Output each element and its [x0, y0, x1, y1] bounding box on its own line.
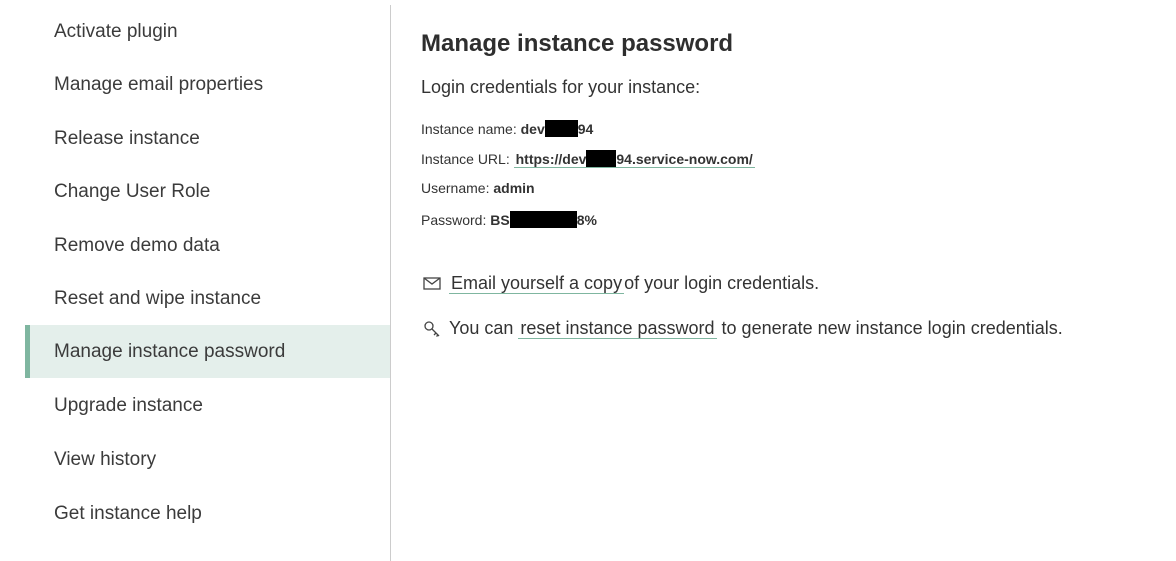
sidebar-item-reset-and-wipe[interactable]: Reset and wipe instance: [25, 272, 390, 325]
username-label: Username:: [421, 180, 490, 196]
redaction-box: [509, 211, 577, 228]
instance-name-row: Instance name: dev 94: [421, 120, 593, 137]
url-suffix: 94.service-now.com/: [616, 151, 753, 167]
key-icon: [421, 320, 443, 338]
sidebar-item-manage-email-properties[interactable]: Manage email properties: [25, 58, 390, 111]
password-prefix: BS: [490, 212, 510, 228]
username-value: admin: [493, 180, 535, 196]
sidebar-item-activate-plugin[interactable]: Activate plugin: [25, 5, 390, 58]
instance-name-prefix: dev: [520, 121, 545, 137]
sidebar-item-upgrade-instance[interactable]: Upgrade instance: [25, 379, 390, 432]
reset-password-link[interactable]: reset instance password: [518, 318, 717, 339]
password-label: Password:: [421, 212, 487, 228]
page-title: Manage instance password: [421, 30, 734, 57]
instance-name-label: Instance name:: [421, 121, 517, 137]
redaction-box: [544, 120, 578, 137]
sidebar-item-remove-demo-data[interactable]: Remove demo data: [25, 219, 390, 272]
sidebar-item-get-instance-help[interactable]: Get instance help: [25, 487, 390, 540]
sidebar-item-manage-instance-password[interactable]: Manage instance password: [25, 325, 390, 378]
email-copy-text: of your login credentials.: [624, 273, 820, 293]
sidebar-item-change-user-role[interactable]: Change User Role: [25, 165, 390, 218]
reset-after-text: to generate new instance login credentia…: [721, 318, 1063, 338]
email-copy-link[interactable]: Email yourself a copy: [449, 273, 625, 294]
sidebar-nav: Activate plugin Manage email properties …: [25, 5, 391, 561]
email-copy-row: Email yourself a copy of your login crede…: [421, 273, 819, 294]
username-row: Username: admin: [421, 180, 535, 196]
instance-url-link[interactable]: https://dev 94.service-now.com/: [513, 150, 755, 168]
reset-before-text: You can: [449, 318, 514, 338]
reset-password-row: You can reset instance password to gener…: [421, 318, 1063, 339]
sidebar-item-release-instance[interactable]: Release instance: [25, 112, 390, 165]
sidebar-item-view-history[interactable]: View history: [25, 433, 390, 486]
instance-name-suffix: 94: [577, 121, 594, 137]
instance-url-row: Instance URL: https://dev 94.service-now.…: [421, 150, 755, 168]
instance-url-label: Instance URL:: [421, 151, 510, 167]
redaction-box: [586, 150, 617, 167]
url-prefix: https://dev: [515, 151, 587, 167]
password-row: Password: BS 8%: [421, 211, 597, 228]
credentials-heading: Login credentials for your instance:: [421, 77, 701, 97]
envelope-icon: [421, 277, 443, 290]
password-suffix: 8%: [576, 212, 597, 228]
